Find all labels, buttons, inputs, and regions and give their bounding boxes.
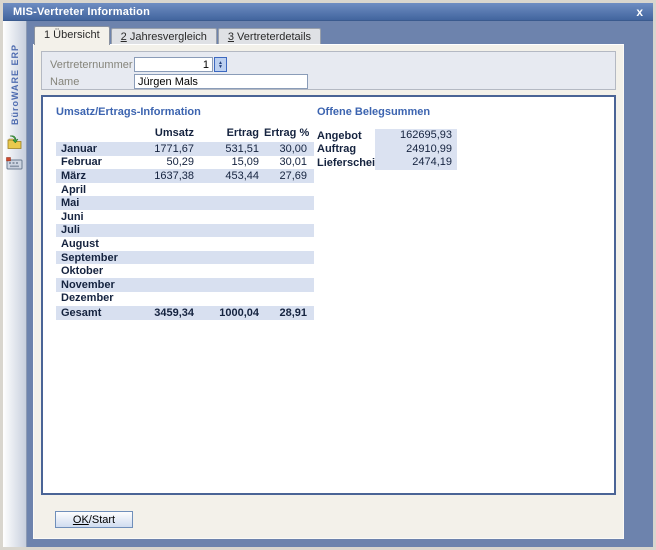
beleg-row-angebot: Angebot 162695,93 <box>317 129 487 143</box>
month-cell: Februar <box>56 156 136 168</box>
lieferschein-value: 2474,19 <box>375 156 457 170</box>
tab-label: Übersicht <box>50 29 100 41</box>
tab-jahresvergleich[interactable]: 2 Jahresvergleich <box>111 28 217 45</box>
ertrag-col-header: Ertrag <box>199 127 264 139</box>
month-cell: Juni <box>56 211 136 223</box>
angebot-value: 162695,93 <box>375 129 457 143</box>
month-cell: November <box>56 279 136 291</box>
beleg-section-title: Offene Belegsummen <box>317 106 487 118</box>
month-cell: Dezember <box>56 292 136 304</box>
tab-label: Jahresvergleich <box>127 31 207 43</box>
auftrag-value: 24910,99 <box>375 143 457 157</box>
title-bar: MIS-Vertreter Information x <box>3 3 653 21</box>
form-row-vertreternummer: Vertreternummer ▲ ▼ <box>50 57 607 72</box>
table-row: März1637,38453,4427,69 <box>56 169 314 183</box>
umsatz-table-header: Umsatz Ertrag Ertrag % <box>56 125 314 140</box>
open-document-icon[interactable] <box>6 135 23 150</box>
table-row: Juli <box>56 224 314 238</box>
table-row: Februar50,2915,0930,01 <box>56 156 314 170</box>
total-ertrag-pct-cell: 28,91 <box>264 307 312 319</box>
close-button[interactable]: x <box>634 6 645 18</box>
table-row: Januar1771,67531,5130,00 <box>56 142 314 156</box>
keyboard-icon[interactable] <box>6 156 23 171</box>
ertrag-pct-cell: 30,00 <box>264 143 312 155</box>
spinner-down-icon[interactable]: ▼ <box>218 65 223 69</box>
ertrag-pct-cell: 30,01 <box>264 156 312 168</box>
name-input[interactable] <box>134 74 308 89</box>
table-row: Juni <box>56 210 314 224</box>
umsatz-cell: 1771,67 <box>136 143 199 155</box>
tab-vertreterdetails[interactable]: 3 Vertreterdetails <box>218 28 321 45</box>
table-row: Mai <box>56 196 314 210</box>
month-cell: Januar <box>56 143 136 155</box>
umsatz-section-title: Umsatz/Ertrags-Information <box>56 106 314 118</box>
vertreternummer-spinner[interactable]: ▲ ▼ <box>214 57 227 72</box>
month-cell: Oktober <box>56 265 136 277</box>
auftrag-label: Auftrag <box>317 143 375 155</box>
umsatz-table-body: Januar1771,67531,5130,00Februar50,2915,0… <box>56 142 314 305</box>
ertrag-cell: 531,51 <box>199 143 264 155</box>
ertrag-cell: 453,44 <box>199 170 264 182</box>
table-row: April <box>56 183 314 197</box>
month-cell: September <box>56 252 136 264</box>
beleg-rows: Angebot 162695,93 Auftrag 24910,99 Liefe… <box>317 129 487 170</box>
table-row: August <box>56 237 314 251</box>
total-label-cell: Gesamt <box>56 307 136 319</box>
table-row: Oktober <box>56 264 314 278</box>
sidebar-icons <box>6 135 23 171</box>
month-cell: März <box>56 170 136 182</box>
beleg-section: Offene Belegsummen Angebot 162695,93 Auf… <box>317 106 487 170</box>
vertreter-form: Vertreternummer ▲ ▼ Name <box>41 51 616 90</box>
total-umsatz-cell: 3459,34 <box>136 307 199 319</box>
table-row: September <box>56 251 314 265</box>
ok-label-rest: /Start <box>89 514 115 526</box>
window-title: MIS-Vertreter Information <box>13 6 634 18</box>
form-row-name: Name <box>50 74 607 89</box>
umsatz-cell: 50,29 <box>136 156 199 168</box>
table-row: November <box>56 278 314 292</box>
month-cell: August <box>56 238 136 250</box>
umsatz-section: Umsatz/Ertrags-Information Umsatz Ertrag… <box>56 106 314 320</box>
beleg-row-lieferschein: Lieferschein 2474,19 <box>317 156 487 170</box>
sidebar: BüroWARE ERP <box>3 21 27 547</box>
lieferschein-label: Lieferschein <box>317 157 375 169</box>
tab-label: Vertreterdetails <box>234 31 311 43</box>
tab-strip: 1 Übersicht 2 Jahresvergleich 3 Vertrete… <box>34 26 624 45</box>
overview-panel: Umsatz/Ertrags-Information Umsatz Ertrag… <box>41 95 616 495</box>
name-label: Name <box>50 76 134 88</box>
vertreternummer-label: Vertreternummer <box>50 59 134 71</box>
ertrag-pct-col-header: Ertrag % <box>264 127 312 139</box>
ertrag-cell: 15,09 <box>199 156 264 168</box>
tab-uebersicht[interactable]: 1 Übersicht <box>34 26 110 45</box>
ok-start-button[interactable]: OK/Start <box>55 511 133 528</box>
ertrag-pct-cell: 27,69 <box>264 170 312 182</box>
month-cell: Juli <box>56 224 136 236</box>
beleg-row-auftrag: Auftrag 24910,99 <box>317 143 487 157</box>
page-footer: OK/Start <box>41 511 616 528</box>
table-row: Dezember <box>56 292 314 306</box>
tab-page-uebersicht: Vertreternummer ▲ ▼ Name <box>33 44 624 539</box>
umsatz-cell: 1637,38 <box>136 170 199 182</box>
mis-vertreter-window: MIS-Vertreter Information x BüroWARE ERP <box>0 0 656 550</box>
window-body: BüroWARE ERP <box>3 21 653 547</box>
vertreternummer-input[interactable] <box>134 57 213 72</box>
month-cell: April <box>56 184 136 196</box>
angebot-label: Angebot <box>317 130 375 142</box>
umsatz-col-header: Umsatz <box>136 127 199 139</box>
total-ertrag-cell: 1000,04 <box>199 307 264 319</box>
brand-label: BüroWARE ERP <box>10 29 20 125</box>
ok-accelerator: OK <box>73 514 89 526</box>
table-total-row: Gesamt 3459,34 1000,04 28,91 <box>56 306 314 320</box>
main-area: 1 Übersicht 2 Jahresvergleich 3 Vertrete… <box>27 21 653 547</box>
month-cell: Mai <box>56 197 136 209</box>
